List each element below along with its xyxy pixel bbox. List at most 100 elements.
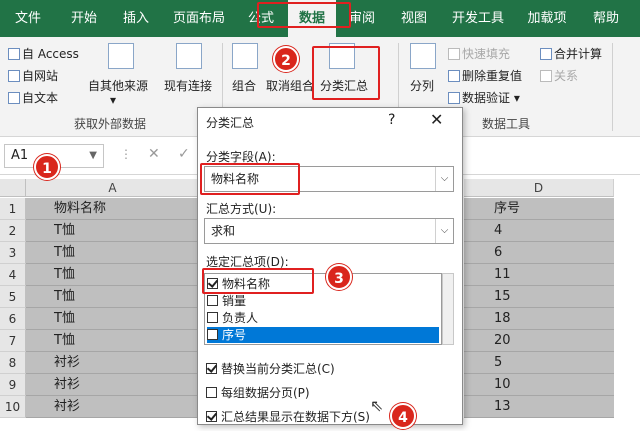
cell-d[interactable]: 6 (464, 242, 614, 264)
row-header[interactable]: 2 (0, 220, 26, 242)
consolidate-icon (540, 48, 552, 60)
flash-fill-button[interactable]: 快速填充 (448, 45, 510, 62)
cell-d[interactable]: 5 (464, 352, 614, 374)
list-item-seq[interactable]: 序号 (207, 327, 439, 343)
mouse-cursor-icon: ⇖ (370, 396, 384, 415)
dialog-title: 分类汇总 (206, 116, 255, 130)
help-button[interactable]: ? (388, 112, 395, 128)
cell-a[interactable]: 衬衫 (26, 352, 200, 374)
row-header[interactable]: 8 (0, 352, 26, 374)
data-tab-highlight (257, 2, 351, 28)
cell-a[interactable]: T恤 (26, 220, 200, 242)
cell-d[interactable]: 15 (464, 286, 614, 308)
from-access-button[interactable]: 自 Access (8, 45, 79, 62)
data-validation-icon (448, 92, 460, 104)
data-validation-button[interactable]: 数据验证 ▾ (448, 89, 520, 106)
row-header[interactable]: 10 (0, 396, 26, 418)
tab-page-layout[interactable]: 页面布局 (164, 0, 234, 37)
tab-insert[interactable]: 插入 (112, 0, 160, 37)
cell-d[interactable]: 13 (464, 396, 614, 418)
flash-fill-icon (448, 48, 460, 60)
cell-a[interactable]: T恤 (26, 264, 200, 286)
checkbox-icon[interactable] (206, 387, 217, 398)
tab-developer[interactable]: 开发工具 (446, 0, 510, 37)
chevron-down-icon: ⌵ (435, 167, 453, 191)
row-header[interactable]: 6 (0, 308, 26, 330)
group-by-highlight (200, 163, 300, 195)
group-label-data-tools: 数据工具 (482, 117, 531, 131)
chevron-down-icon: ▾ (110, 93, 117, 107)
cell-a[interactable]: 衬衫 (26, 396, 200, 418)
tab-help[interactable]: 帮助 (584, 0, 628, 37)
list-scrollbar[interactable] (442, 273, 454, 345)
access-icon (8, 48, 20, 60)
tab-file[interactable]: 文件 (4, 0, 52, 37)
cell-d[interactable]: 4 (464, 220, 614, 242)
row-header[interactable]: 4 (0, 264, 26, 286)
checkbox-checked-icon[interactable] (206, 411, 217, 422)
material-item-highlight (202, 268, 314, 294)
step-badge-2: 2 (273, 46, 299, 72)
ungroup-button[interactable]: 取消组合 (266, 77, 314, 94)
cell-d[interactable]: 10 (464, 374, 614, 396)
step-badge-4: 4 (390, 403, 416, 429)
group-label-external-data: 获取外部数据 (74, 117, 147, 131)
function-select[interactable]: 求和 ⌵ (204, 218, 454, 244)
summary-below-option[interactable]: 汇总结果显示在数据下方(S) (206, 408, 370, 425)
cell-a[interactable]: T恤 (26, 308, 200, 330)
row-header[interactable]: 7 (0, 330, 26, 352)
text-to-columns-button[interactable]: 分列 (410, 77, 434, 94)
subtotal-highlight (312, 46, 380, 100)
dots-icon: ⋮ (120, 147, 132, 161)
enter-formula-button[interactable]: ✓ (178, 146, 190, 162)
cell-a[interactable]: T恤 (26, 330, 200, 352)
from-text-button[interactable]: 自文本 (8, 89, 58, 106)
row-header[interactable]: 1 (0, 198, 26, 220)
other-sources-button[interactable]: 自其他来源 (88, 77, 148, 94)
chevron-down-icon: ▼ (89, 150, 97, 161)
cell-d[interactable]: 18 (464, 308, 614, 330)
relationships-icon (540, 70, 552, 82)
row-header[interactable]: 3 (0, 242, 26, 264)
select-all-corner[interactable] (0, 179, 26, 197)
checkbox-icon[interactable] (207, 312, 218, 323)
remove-duplicates-button[interactable]: 删除重复值 (448, 67, 522, 84)
replace-current-option[interactable]: 替换当前分类汇总(C) (206, 360, 335, 377)
tab-home[interactable]: 开始 (58, 0, 110, 37)
step-badge-1: 1 (34, 154, 60, 180)
page-break-option[interactable]: 每组数据分页(P) (206, 384, 310, 401)
cell-d[interactable]: 11 (464, 264, 614, 286)
column-header-d[interactable]: D (464, 179, 614, 197)
web-icon (8, 70, 20, 82)
cell-d[interactable]: 序号 (464, 198, 614, 220)
remove-duplicates-icon (448, 70, 460, 82)
from-web-button[interactable]: 自网站 (8, 67, 58, 84)
cell-d[interactable]: 20 (464, 330, 614, 352)
list-item-owner[interactable]: 负责人 (207, 310, 439, 326)
ribbon-separator (612, 43, 613, 131)
text-file-icon (8, 92, 20, 104)
existing-connections-button[interactable]: 现有连接 (164, 77, 212, 94)
group-icon (232, 43, 258, 69)
existing-connections-icon (176, 43, 202, 69)
row-header[interactable]: 5 (0, 286, 26, 308)
cell-a[interactable]: T恤 (26, 286, 200, 308)
column-header-a[interactable]: A (26, 179, 200, 197)
cancel-formula-button[interactable]: ✕ (148, 146, 160, 162)
tab-view[interactable]: 视图 (392, 0, 436, 37)
checkbox-icon[interactable] (207, 329, 218, 340)
tab-addins[interactable]: 加载项 (520, 0, 574, 37)
checkbox-icon[interactable] (207, 295, 218, 306)
step-badge-3: 3 (326, 264, 352, 290)
cell-a[interactable]: 物料名称 (26, 198, 200, 220)
other-sources-icon (108, 43, 134, 69)
cell-a[interactable]: 衬衫 (26, 374, 200, 396)
cell-a[interactable]: T恤 (26, 242, 200, 264)
group-button[interactable]: 组合 (232, 77, 256, 94)
list-item-sales[interactable]: 销量 (207, 293, 439, 309)
close-button[interactable]: ✕ (430, 110, 443, 129)
consolidate-button[interactable]: 合并计算 (540, 45, 602, 62)
row-header[interactable]: 9 (0, 374, 26, 396)
relationships-button[interactable]: 关系 (540, 67, 578, 84)
checkbox-checked-icon[interactable] (206, 363, 217, 374)
